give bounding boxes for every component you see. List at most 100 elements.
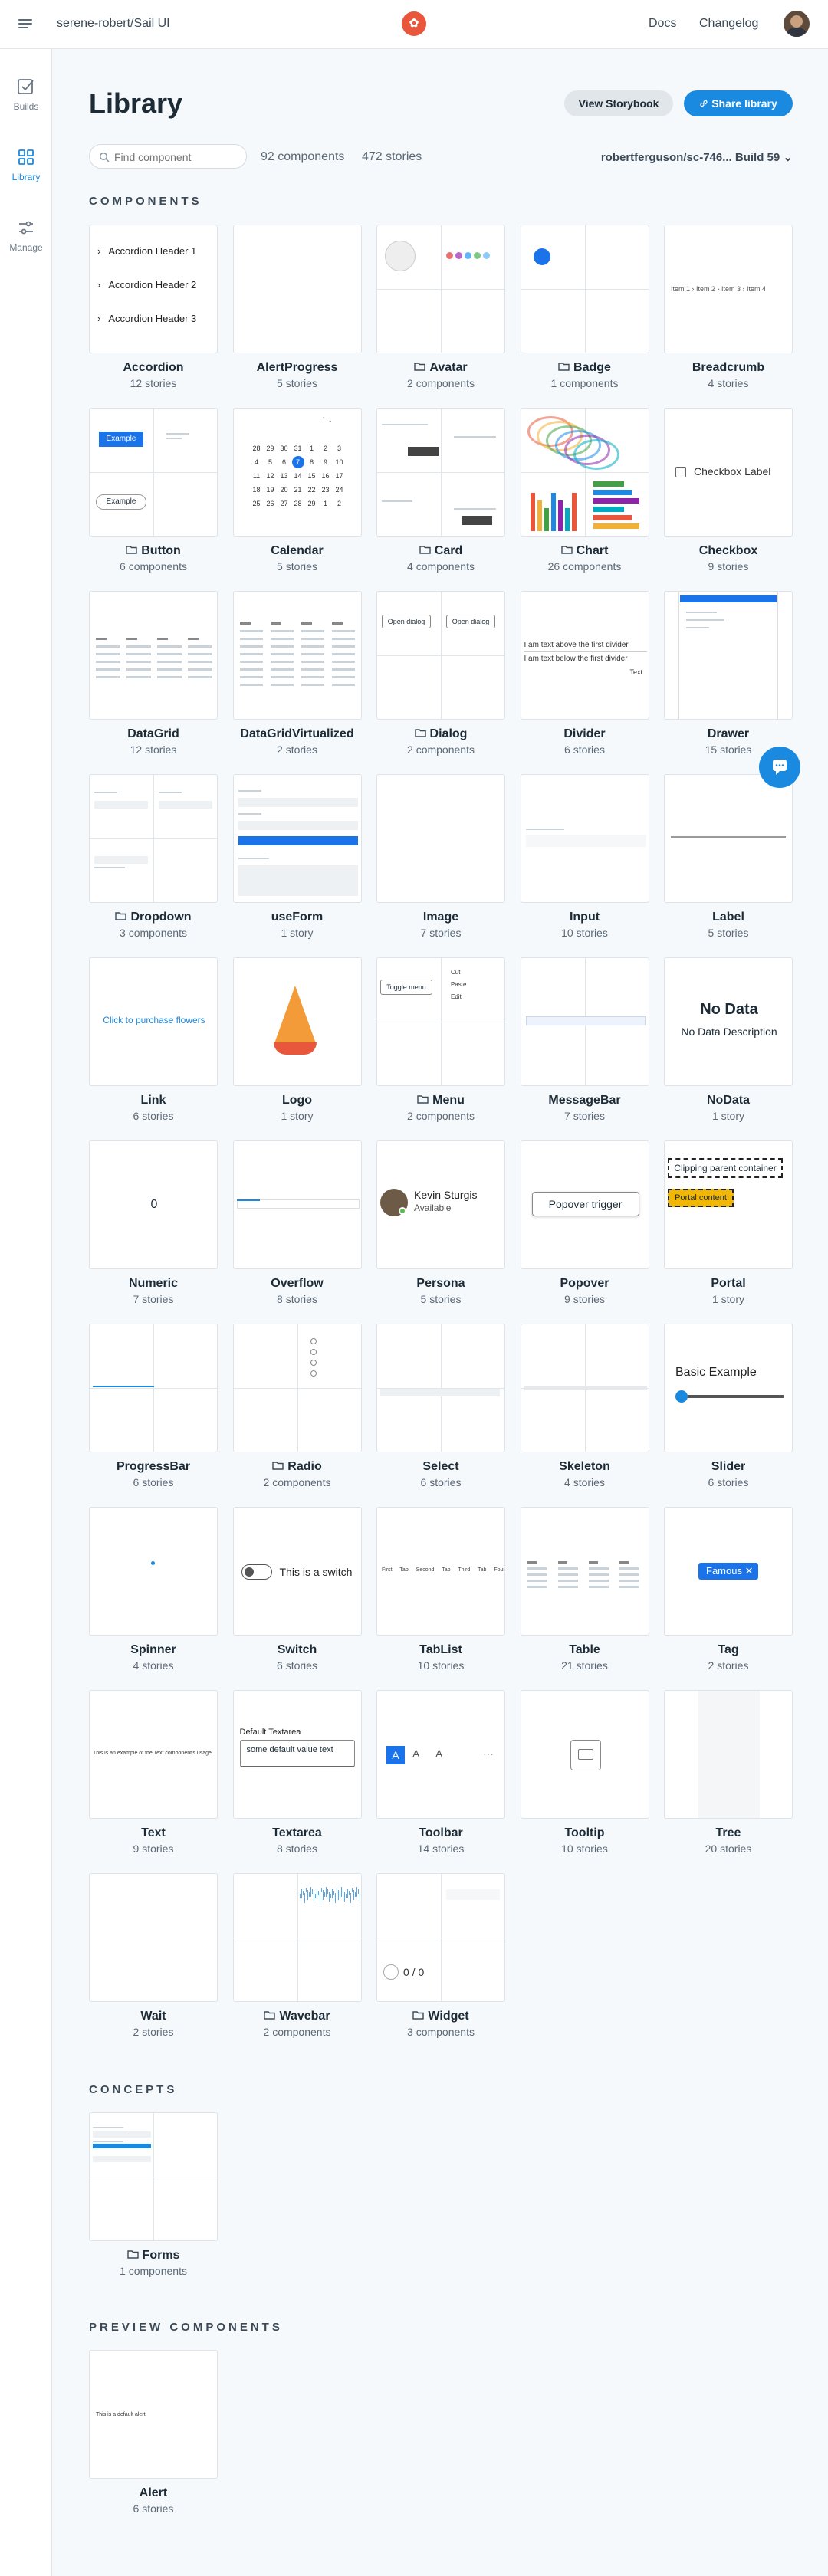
component-card-wavebar[interactable]: Wavebar 2 components bbox=[232, 1873, 362, 2038]
app-logo[interactable]: ✿ bbox=[402, 11, 426, 36]
calendar-day[interactable]: 12 bbox=[264, 470, 277, 482]
component-thumbnail[interactable]: Kevin Sturgis Available bbox=[376, 1140, 505, 1269]
radio-button[interactable] bbox=[310, 1349, 317, 1355]
component-card-nodata[interactable]: No Data No Data Description NoData 1 story bbox=[664, 957, 793, 1122]
component-card-widget[interactable]: 0 / 0 Widget 3 components bbox=[376, 1873, 505, 2038]
component-thumbnail[interactable] bbox=[520, 1690, 649, 1819]
component-card-input[interactable]: Input 10 stories bbox=[520, 774, 649, 939]
component-thumbnail[interactable] bbox=[232, 774, 362, 903]
calendar-day[interactable]: 8 bbox=[306, 456, 318, 468]
slider-thumb[interactable] bbox=[675, 1390, 688, 1403]
component-thumbnail[interactable]: I am text above the first divider I am te… bbox=[520, 591, 649, 720]
calendar-day[interactable]: 22 bbox=[306, 484, 318, 496]
component-thumbnail[interactable] bbox=[520, 408, 649, 537]
component-card-divider[interactable]: I am text above the first divider I am te… bbox=[520, 591, 649, 756]
component-card-datagrid[interactable]: DataGrid 12 stories bbox=[89, 591, 218, 756]
component-thumbnail[interactable] bbox=[232, 225, 362, 353]
component-thumbnail[interactable]: Clipping parent container Portal content bbox=[664, 1140, 793, 1269]
component-thumbnail[interactable] bbox=[89, 1873, 218, 2002]
component-card-avatar[interactable]: Avatar 2 components bbox=[376, 225, 505, 389]
component-thumbnail[interactable] bbox=[232, 957, 362, 1086]
component-card-datagridvirtualized[interactable]: DataGridVirtualized 2 stories bbox=[232, 591, 362, 756]
component-thumbnail[interactable] bbox=[89, 591, 218, 720]
component-card-select[interactable]: Select 6 stories bbox=[376, 1324, 505, 1488]
calendar-day[interactable]: 17 bbox=[334, 470, 346, 482]
component-card-tree[interactable]: Tree 20 stories bbox=[664, 1690, 793, 1855]
calendar-day[interactable]: 11 bbox=[251, 470, 263, 482]
component-thumbnail[interactable] bbox=[664, 1690, 793, 1819]
calendar-day[interactable]: 2 bbox=[334, 497, 346, 510]
component-thumbnail[interactable] bbox=[232, 1324, 362, 1452]
branch-build-select[interactable]: robertferguson/sc-746... Build 59 ⌄ bbox=[601, 150, 793, 164]
component-thumbnail[interactable]: Popover trigger bbox=[520, 1140, 649, 1269]
open-dialog-button[interactable]: Open dialog bbox=[446, 615, 495, 628]
calendar-day[interactable]: 21 bbox=[292, 484, 304, 496]
purchase-link[interactable]: Click to purchase flowers bbox=[90, 1015, 217, 1025]
share-library-button[interactable]: Share library bbox=[684, 90, 793, 116]
component-thumbnail[interactable]: Open dialog Open dialog bbox=[376, 591, 505, 720]
component-thumbnail[interactable]: Checkbox Label bbox=[664, 408, 793, 537]
radio-button[interactable] bbox=[310, 1338, 317, 1344]
calendar-day[interactable]: 7 bbox=[291, 456, 304, 468]
component-card-menu[interactable]: Toggle menu Cut Paste Edit Menu 2 components bbox=[376, 957, 505, 1122]
component-thumbnail[interactable]: No Data No Data Description bbox=[664, 957, 793, 1086]
bold-button[interactable]: A bbox=[386, 1746, 405, 1764]
component-card-breadcrumb[interactable]: Item 1 › Item 2 › Item 3 › Item 4 Breadcr… bbox=[664, 225, 793, 389]
calendar-day[interactable]: 6 bbox=[278, 456, 291, 468]
sidebar-item-builds[interactable]: Builds bbox=[0, 77, 52, 112]
component-card-alertprogress[interactable]: AlertProgress 5 stories bbox=[232, 225, 362, 389]
component-card-drawer[interactable]: Drawer 15 stories bbox=[664, 591, 793, 756]
component-thumbnail[interactable]: Toggle menu Cut Paste Edit bbox=[376, 957, 505, 1086]
component-thumbnail[interactable]: Click to purchase flowers bbox=[89, 957, 218, 1086]
component-card-label[interactable]: Label 5 stories bbox=[664, 774, 793, 939]
accordion-header[interactable]: › Accordion Header 1 bbox=[97, 245, 196, 257]
popover-trigger[interactable]: Popover trigger bbox=[531, 1192, 639, 1216]
sidebar-item-manage[interactable]: Manage bbox=[0, 218, 52, 253]
calendar-day[interactable]: 16 bbox=[320, 470, 332, 482]
component-card-dialog[interactable]: Open dialog Open dialog Dialog 2 components bbox=[376, 591, 505, 756]
component-thumbnail[interactable] bbox=[664, 774, 793, 903]
sidebar-item-library[interactable]: Library bbox=[0, 147, 52, 182]
component-card-useform[interactable]: useForm 1 story bbox=[232, 774, 362, 939]
calendar-day[interactable]: 1 bbox=[306, 442, 318, 454]
component-thumbnail[interactable] bbox=[376, 1324, 505, 1452]
calendar-day[interactable]: 20 bbox=[278, 484, 291, 496]
toggle-menu-button[interactable]: Toggle menu bbox=[380, 980, 432, 995]
component-thumbnail[interactable] bbox=[232, 1873, 362, 2002]
submit-button[interactable] bbox=[238, 836, 358, 845]
component-card-radio[interactable]: Radio 2 components bbox=[232, 1324, 362, 1488]
calendar-day[interactable]: 1 bbox=[320, 497, 332, 510]
repo-breadcrumb[interactable]: serene-robert/Sail UI bbox=[57, 17, 170, 31]
user-avatar[interactable] bbox=[784, 11, 810, 37]
component-thumbnail[interactable] bbox=[89, 1507, 218, 1636]
menu-item[interactable]: Edit bbox=[451, 993, 462, 1000]
component-card-skeleton[interactable]: Skeleton 4 stories bbox=[520, 1324, 649, 1488]
calendar-day[interactable]: 25 bbox=[251, 497, 263, 510]
component-card-image[interactable]: Image 7 stories bbox=[376, 774, 505, 939]
component-thumbnail[interactable]: Famous ✕ bbox=[664, 1507, 793, 1636]
component-thumbnail[interactable]: ↑ ↓ 28 29 30 31 1 2 3 4 5 6 7 8 9 10 11 12 13 14 15 16 17 18 19… bbox=[232, 408, 362, 537]
calendar-day[interactable]: 28 bbox=[292, 497, 304, 510]
component-thumbnail[interactable]: This is a default alert. bbox=[89, 2350, 218, 2479]
calendar-day[interactable]: 31 bbox=[292, 442, 304, 454]
calendar-day[interactable]: 30 bbox=[278, 442, 291, 454]
component-thumbnail[interactable]: 0 / 0 bbox=[376, 1873, 505, 2002]
famous-tag[interactable]: Famous ✕ bbox=[698, 1563, 758, 1580]
component-card-logo[interactable]: Logo 1 story bbox=[232, 957, 362, 1122]
calendar-day[interactable]: 14 bbox=[292, 470, 304, 482]
calendar-day[interactable]: 13 bbox=[278, 470, 291, 482]
more-icon[interactable]: ⋯ bbox=[483, 1747, 494, 1761]
component-card-calendar[interactable]: ↑ ↓ 28 29 30 31 1 2 3 4 5 6 7 8 9 10 11 12 13 14 15 16 17 18 19… bbox=[232, 408, 362, 573]
component-thumbnail[interactable] bbox=[376, 774, 505, 903]
chat-button[interactable] bbox=[759, 747, 800, 788]
component-card-toolbar[interactable]: A A A ⋯ Toolbar 14 stories bbox=[376, 1690, 505, 1855]
component-card-wait[interactable]: Wait 2 stories bbox=[89, 1873, 218, 2038]
component-thumbnail[interactable]: 0 bbox=[89, 1140, 218, 1269]
docs-link[interactable]: Docs bbox=[649, 17, 676, 31]
component-card-dropdown[interactable]: Dropdown 3 components bbox=[89, 774, 218, 939]
calendar-day[interactable]: 18 bbox=[251, 484, 263, 496]
component-card-progressbar[interactable]: ProgressBar 6 stories bbox=[89, 1324, 218, 1488]
calendar-day[interactable]: 2 bbox=[320, 442, 332, 454]
component-card-popover[interactable]: Popover trigger Popover 9 stories bbox=[520, 1140, 649, 1305]
component-card-messagebar[interactable]: MessageBar 7 stories bbox=[520, 957, 649, 1122]
